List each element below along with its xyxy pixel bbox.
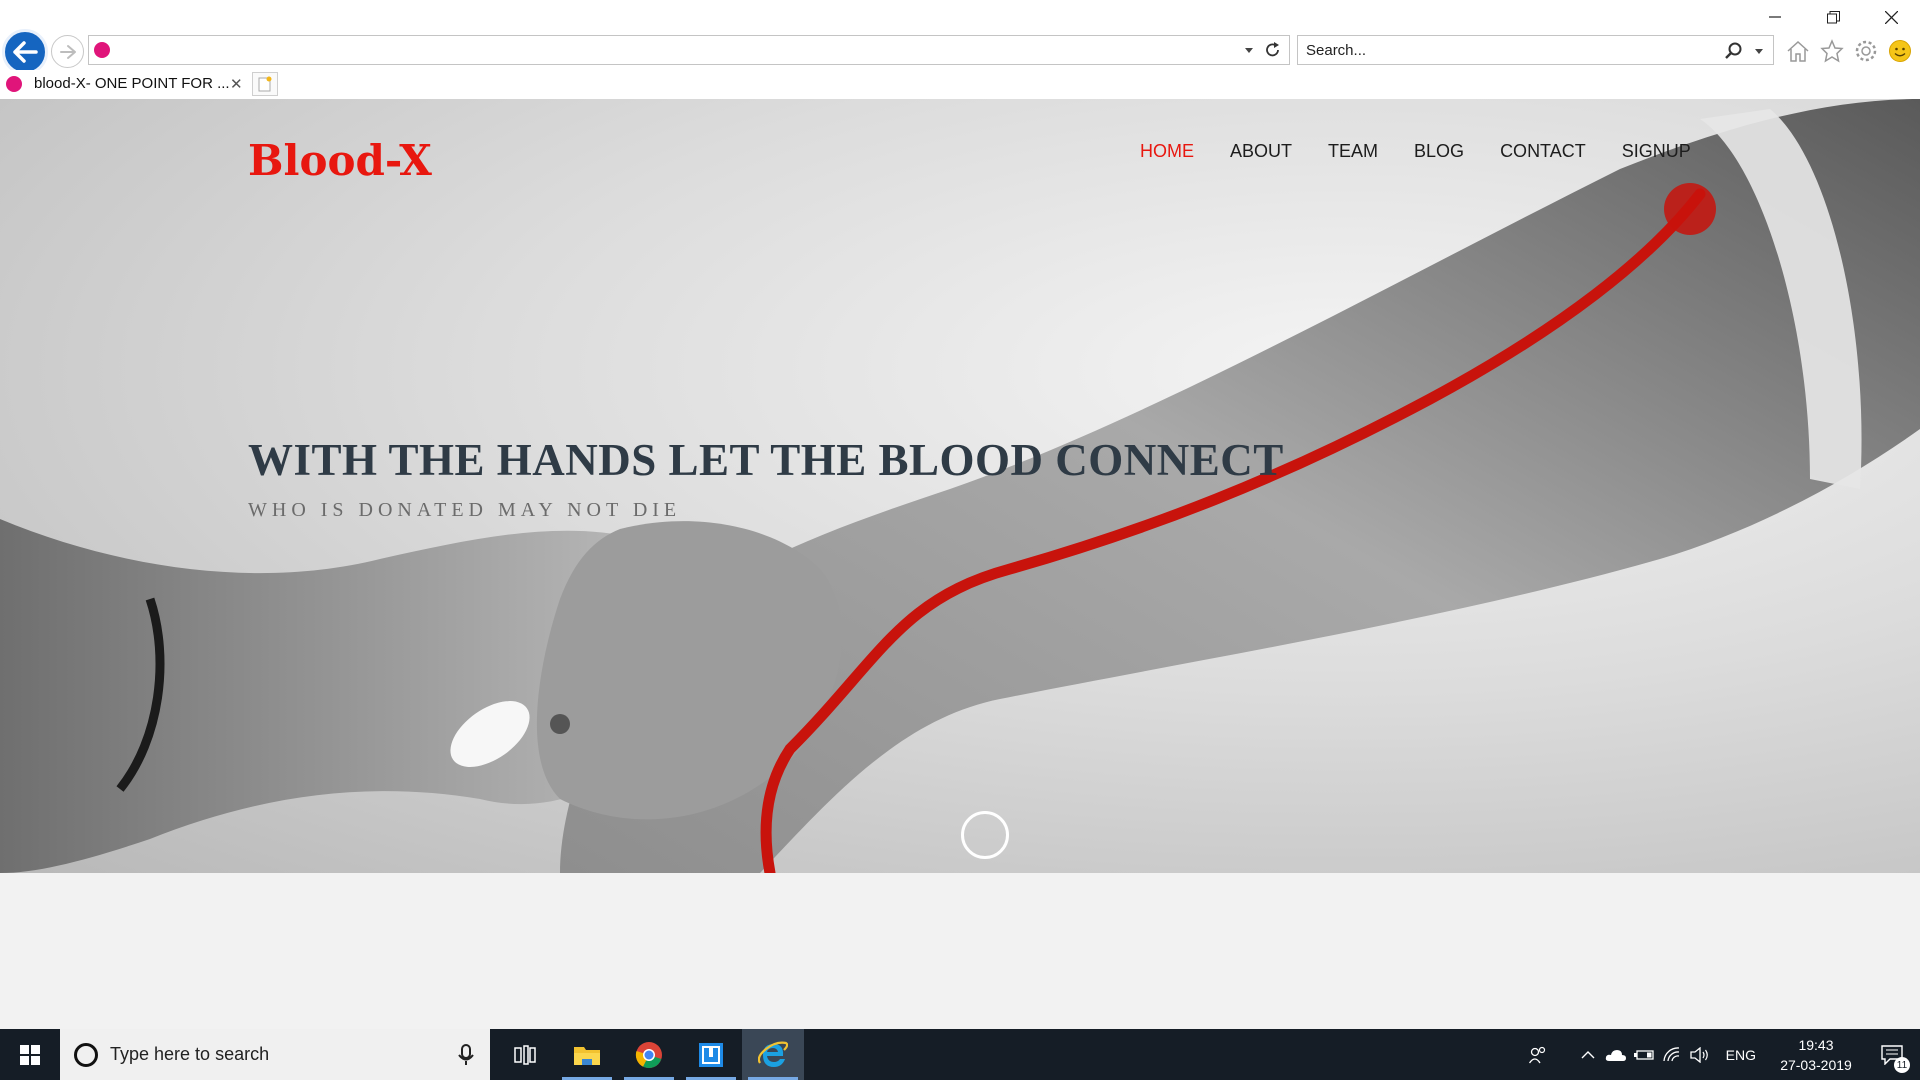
hero-subtitle: WHO IS DONATED MAY NOT DIE — [248, 499, 682, 521]
volume-icon[interactable] — [1686, 1029, 1714, 1080]
nav-signup[interactable]: SIGNUP — [1604, 139, 1709, 163]
search-placeholder: Search... — [1306, 42, 1367, 59]
star-icon — [1820, 39, 1844, 63]
battery-icon[interactable] — [1630, 1029, 1658, 1080]
home-button[interactable] — [1784, 37, 1812, 65]
onedrive-icon[interactable] — [1602, 1029, 1630, 1080]
settings-button[interactable] — [1852, 37, 1880, 65]
clock-date: 27-03-2019 — [1780, 1056, 1852, 1073]
site-favicon-icon — [94, 42, 110, 58]
favorites-button[interactable] — [1818, 37, 1846, 65]
start-button[interactable] — [0, 1029, 60, 1080]
tab-title: blood-X- ONE POINT FOR ... — [34, 75, 230, 92]
microphone-icon[interactable] — [455, 1043, 477, 1067]
smiley-icon — [1889, 40, 1911, 62]
hero-section: Blood-X HOME ABOUT TEAM BLOG CONTACT SIG… — [0, 99, 1920, 873]
forward-button[interactable] — [51, 35, 84, 68]
nav-team[interactable]: TEAM — [1310, 139, 1396, 163]
people-icon[interactable] — [1524, 1029, 1552, 1080]
wifi-icon[interactable] — [1658, 1029, 1686, 1080]
chrome-app[interactable] — [618, 1029, 680, 1080]
browser-tab[interactable]: blood-X- ONE POINT FOR ... ✕ — [0, 70, 250, 98]
arrow-left-icon — [13, 41, 38, 63]
browser-search-box[interactable]: Search... — [1297, 35, 1774, 65]
task-view-button[interactable] — [494, 1029, 556, 1080]
home-icon — [1787, 40, 1809, 62]
tab-close-icon[interactable]: ✕ — [230, 75, 243, 93]
navigation-row: Search... — [0, 0, 1920, 75]
hero-title: WITH THE HANDS LET THE BLOOD CONNECT — [248, 435, 1284, 485]
windows-taskbar: Type here to search ENG 19:43 27-03-2019… — [0, 1029, 1920, 1080]
taskbar-apps — [494, 1029, 804, 1080]
nav-about[interactable]: ABOUT — [1212, 139, 1310, 163]
arrow-right-icon — [59, 44, 76, 59]
scroll-down-indicator[interactable] — [961, 811, 1009, 859]
site-logo[interactable]: Blood-X — [248, 136, 432, 185]
taskbar-search-placeholder: Type here to search — [110, 1044, 270, 1064]
tab-row: blood-X- ONE POINT FOR ... ✕ — [0, 70, 1920, 99]
cortana-icon — [74, 1043, 98, 1067]
task-view-icon — [514, 1044, 536, 1065]
new-tab-icon — [258, 76, 272, 92]
nav-home[interactable]: HOME — [1122, 139, 1212, 163]
nav-blog[interactable]: BLOG — [1396, 139, 1482, 163]
store-app-icon — [699, 1042, 723, 1067]
store-app[interactable] — [680, 1029, 742, 1080]
gear-icon — [1855, 40, 1877, 62]
chevron-down-icon[interactable] — [1753, 45, 1765, 57]
action-center-button[interactable]: 11 — [1864, 1029, 1920, 1080]
main-nav: HOME ABOUT TEAM BLOG CONTACT SIGNUP — [1122, 139, 1709, 163]
back-button[interactable] — [2, 29, 48, 75]
windows-logo-icon — [20, 1044, 40, 1065]
internet-explorer-app[interactable] — [742, 1029, 804, 1080]
site-favicon-icon — [6, 76, 22, 92]
clock-time: 19:43 — [1798, 1036, 1834, 1053]
internet-explorer-icon — [758, 1041, 788, 1067]
taskbar-search[interactable]: Type here to search — [60, 1029, 490, 1080]
clock[interactable]: 19:43 27-03-2019 — [1768, 1029, 1864, 1080]
feedback-button[interactable] — [1886, 37, 1914, 65]
browser-chrome: Search... blood-X- ONE POINT FOR ... ✕ — [0, 0, 1920, 99]
file-explorer-icon — [574, 1046, 600, 1065]
toolbar-icons — [1784, 36, 1920, 66]
system-tray: ENG 19:43 27-03-2019 11 — [1524, 1029, 1920, 1080]
refresh-icon[interactable] — [1263, 40, 1283, 60]
hero-background-image — [0, 99, 1920, 873]
nav-contact[interactable]: CONTACT — [1482, 139, 1604, 163]
chrome-icon — [635, 1041, 662, 1068]
new-tab-button[interactable] — [252, 72, 278, 96]
chevron-down-icon[interactable] — [1243, 44, 1255, 56]
search-icon[interactable] — [1723, 41, 1743, 61]
file-explorer-app[interactable] — [556, 1029, 618, 1080]
web-page: Blood-X HOME ABOUT TEAM BLOG CONTACT SIG… — [0, 99, 1920, 1029]
notification-count-badge: 11 — [1894, 1057, 1910, 1073]
language-indicator[interactable]: ENG — [1714, 1047, 1768, 1063]
chevron-up-icon[interactable] — [1574, 1029, 1602, 1080]
address-bar[interactable] — [88, 35, 1290, 65]
